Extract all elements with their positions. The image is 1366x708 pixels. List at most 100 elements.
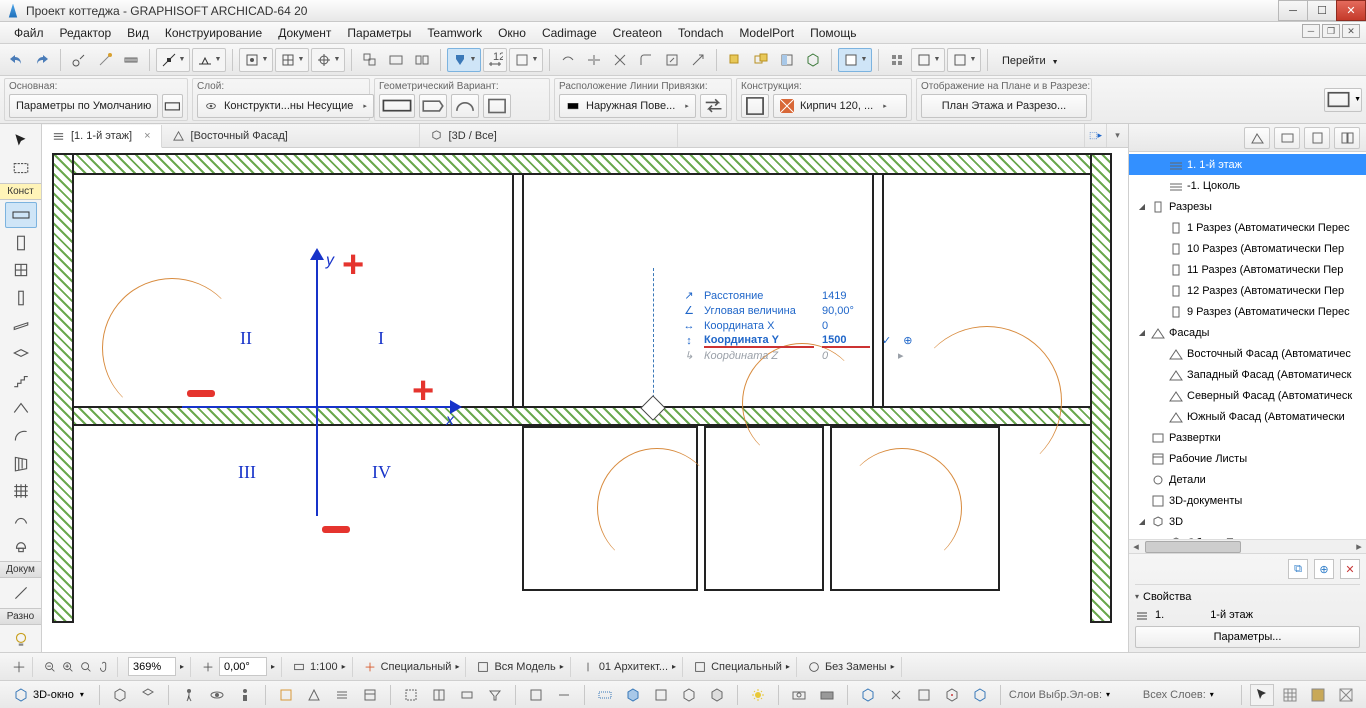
mdi-restore-button[interactable]: ❐ — [1322, 24, 1340, 38]
sb-connect-icon[interactable] — [884, 684, 908, 706]
magic-wand-icon[interactable] — [93, 48, 117, 72]
beam-tool-icon[interactable] — [5, 313, 37, 339]
target-icon[interactable]: ⊕ — [903, 334, 912, 347]
nav-item[interactable]: 9 Разрез (Автоматически Перес — [1129, 301, 1366, 322]
parameters-button[interactable]: Параметры... — [1135, 626, 1360, 648]
renovation-dropdown[interactable]: ▼ — [838, 48, 872, 72]
mod-dropdown[interactable]: ▼ — [509, 48, 543, 72]
nav-item[interactable]: ◢Фасады — [1129, 322, 1366, 343]
split-icon[interactable] — [582, 48, 606, 72]
rotation-field[interactable] — [219, 657, 267, 676]
nav-clone-icon[interactable]: ⊕ — [1314, 559, 1334, 579]
nav-item[interactable]: Западный Фасад (Автоматическ — [1129, 364, 1366, 385]
sb-solidop-icon[interactable] — [856, 684, 880, 706]
sb-elevation-icon[interactable] — [302, 684, 326, 706]
nav-item[interactable]: -1. Цоколь — [1129, 175, 1366, 196]
menu-createon[interactable]: Createon — [605, 26, 670, 40]
layers-combo[interactable]: Специальный — [381, 661, 452, 673]
sb-story-icon[interactable] — [330, 684, 354, 706]
sb-orbit-icon[interactable] — [205, 684, 229, 706]
slab-tool-icon[interactable] — [5, 340, 37, 366]
toolbox-category-design[interactable]: Конст — [0, 183, 41, 200]
sb-shading-icon[interactable] — [649, 684, 673, 706]
maximize-button[interactable]: ☐ — [1307, 0, 1337, 21]
nav-item[interactable]: 11 Разрез (Автоматически Пер — [1129, 259, 1366, 280]
sb-section-icon[interactable] — [274, 684, 298, 706]
nav-item[interactable]: 1 Разрез (Автоматически Перес — [1129, 217, 1366, 238]
toolbox-category-more[interactable]: Разно — [0, 608, 41, 625]
partial-display-icon[interactable] — [775, 48, 799, 72]
zoom-field[interactable] — [128, 657, 176, 676]
mdi-close-button[interactable]: ✕ — [1342, 24, 1360, 38]
close-tab-icon[interactable]: × — [144, 130, 150, 142]
sb-3dcutaway-icon[interactable] — [427, 684, 451, 706]
model-view-combo[interactable]: Вся Модель — [494, 661, 555, 673]
nav-item[interactable]: Развертки — [1129, 427, 1366, 448]
morph-tool-icon[interactable] — [5, 506, 37, 532]
sb-select-icon[interactable] — [1250, 684, 1274, 706]
tracker-y-value[interactable]: 1500 — [822, 334, 870, 348]
snap-options-dropdown[interactable]: ▼ — [192, 48, 226, 72]
layer-dropdown[interactable]: Конструкти...ны Несущие▸ — [197, 94, 374, 118]
sb-reshape-icon[interactable] — [940, 684, 964, 706]
selected-layers-combo[interactable]: Слои Выбр.Эл-ов:▾ — [1009, 689, 1139, 701]
sb-explore-icon[interactable] — [233, 684, 257, 706]
ungroup-icon[interactable] — [410, 48, 434, 72]
tab-nav-icon[interactable]: ⬚▸ — [1084, 124, 1106, 147]
shell-tool-icon[interactable] — [5, 423, 37, 449]
adjust-icon[interactable] — [556, 48, 580, 72]
undo-button[interactable] — [4, 48, 28, 72]
goto-menu[interactable]: Перейти▼ — [994, 53, 1067, 67]
sb-3dstyle-icon[interactable] — [705, 684, 729, 706]
sb-render-icon[interactable] — [815, 684, 839, 706]
lightbulb-tool-icon[interactable] — [5, 627, 37, 653]
sb-sun-icon[interactable] — [746, 684, 770, 706]
measure-button[interactable] — [119, 48, 143, 72]
nav-project-map-icon[interactable] — [1244, 127, 1270, 149]
pan-icon[interactable] — [97, 660, 111, 674]
menu-design[interactable]: Конструирование — [157, 26, 270, 40]
door-tool-icon[interactable] — [5, 230, 37, 256]
construction-dropdown[interactable]: Кирпич 120, ...▸ — [773, 94, 907, 118]
refline-flip-icon[interactable] — [700, 94, 727, 118]
group-icon[interactable] — [384, 48, 408, 72]
arrow-tool-icon[interactable] — [5, 128, 37, 154]
pen-set-combo[interactable]: 01 Архитект... — [599, 661, 668, 673]
favorites-icon[interactable] — [885, 48, 909, 72]
geom-method-4-icon[interactable] — [483, 94, 511, 118]
renovation-filter-dropdown[interactable]: ▼ — [911, 48, 945, 72]
right-nav-1-icon[interactable]: ▼ — [1324, 88, 1362, 112]
menu-edit[interactable]: Редактор — [52, 26, 120, 40]
intersect-icon[interactable] — [608, 48, 632, 72]
menu-file[interactable]: Файл — [6, 26, 52, 40]
sb-marquee-icon[interactable] — [399, 684, 423, 706]
show3d-icon[interactable] — [801, 48, 825, 72]
wall-tool-icon[interactable] — [5, 202, 37, 228]
menu-modelport[interactable]: ModelPort — [731, 26, 802, 40]
menu-document[interactable]: Документ — [270, 26, 339, 40]
default-settings-button[interactable]: Параметры по Умолчанию — [9, 94, 158, 118]
mdi-minimize-button[interactable]: ─ — [1302, 24, 1320, 38]
zoom-fit-icon[interactable] — [79, 660, 93, 674]
all-layers-combo[interactable]: Всех Слоев:▾ — [1143, 689, 1233, 701]
palette-dropdown[interactable]: ▼ — [947, 48, 981, 72]
gravity-dropdown[interactable]: ▼ — [447, 48, 481, 72]
sb-style-icon[interactable] — [677, 684, 701, 706]
sb-icon-1[interactable] — [108, 684, 132, 706]
constr-mode-icon[interactable] — [741, 94, 769, 118]
tab-overflow-icon[interactable]: ▾ — [1106, 124, 1128, 147]
nav-item[interactable]: 10 Разрез (Автоматически Пер — [1129, 238, 1366, 259]
nav-item[interactable]: Восточный Фасад (Автоматичес — [1129, 343, 1366, 364]
sb-trim-icon[interactable] — [524, 684, 548, 706]
nav-item[interactable]: 1. 1-й этаж — [1129, 154, 1366, 175]
geom-method-3-icon[interactable] — [451, 94, 479, 118]
mesh-tool-icon[interactable] — [5, 478, 37, 504]
suspend-groups-icon[interactable] — [358, 48, 382, 72]
sb-modify-icon[interactable] — [968, 684, 992, 706]
renovation-combo[interactable]: Специальный — [711, 661, 782, 673]
line-tool-icon[interactable] — [5, 580, 37, 606]
sb-icon-2[interactable] — [136, 684, 160, 706]
nav-item[interactable]: 3D-документы — [1129, 490, 1366, 511]
curtainwall-tool-icon[interactable] — [5, 451, 37, 477]
close-button[interactable]: ✕ — [1336, 0, 1366, 21]
